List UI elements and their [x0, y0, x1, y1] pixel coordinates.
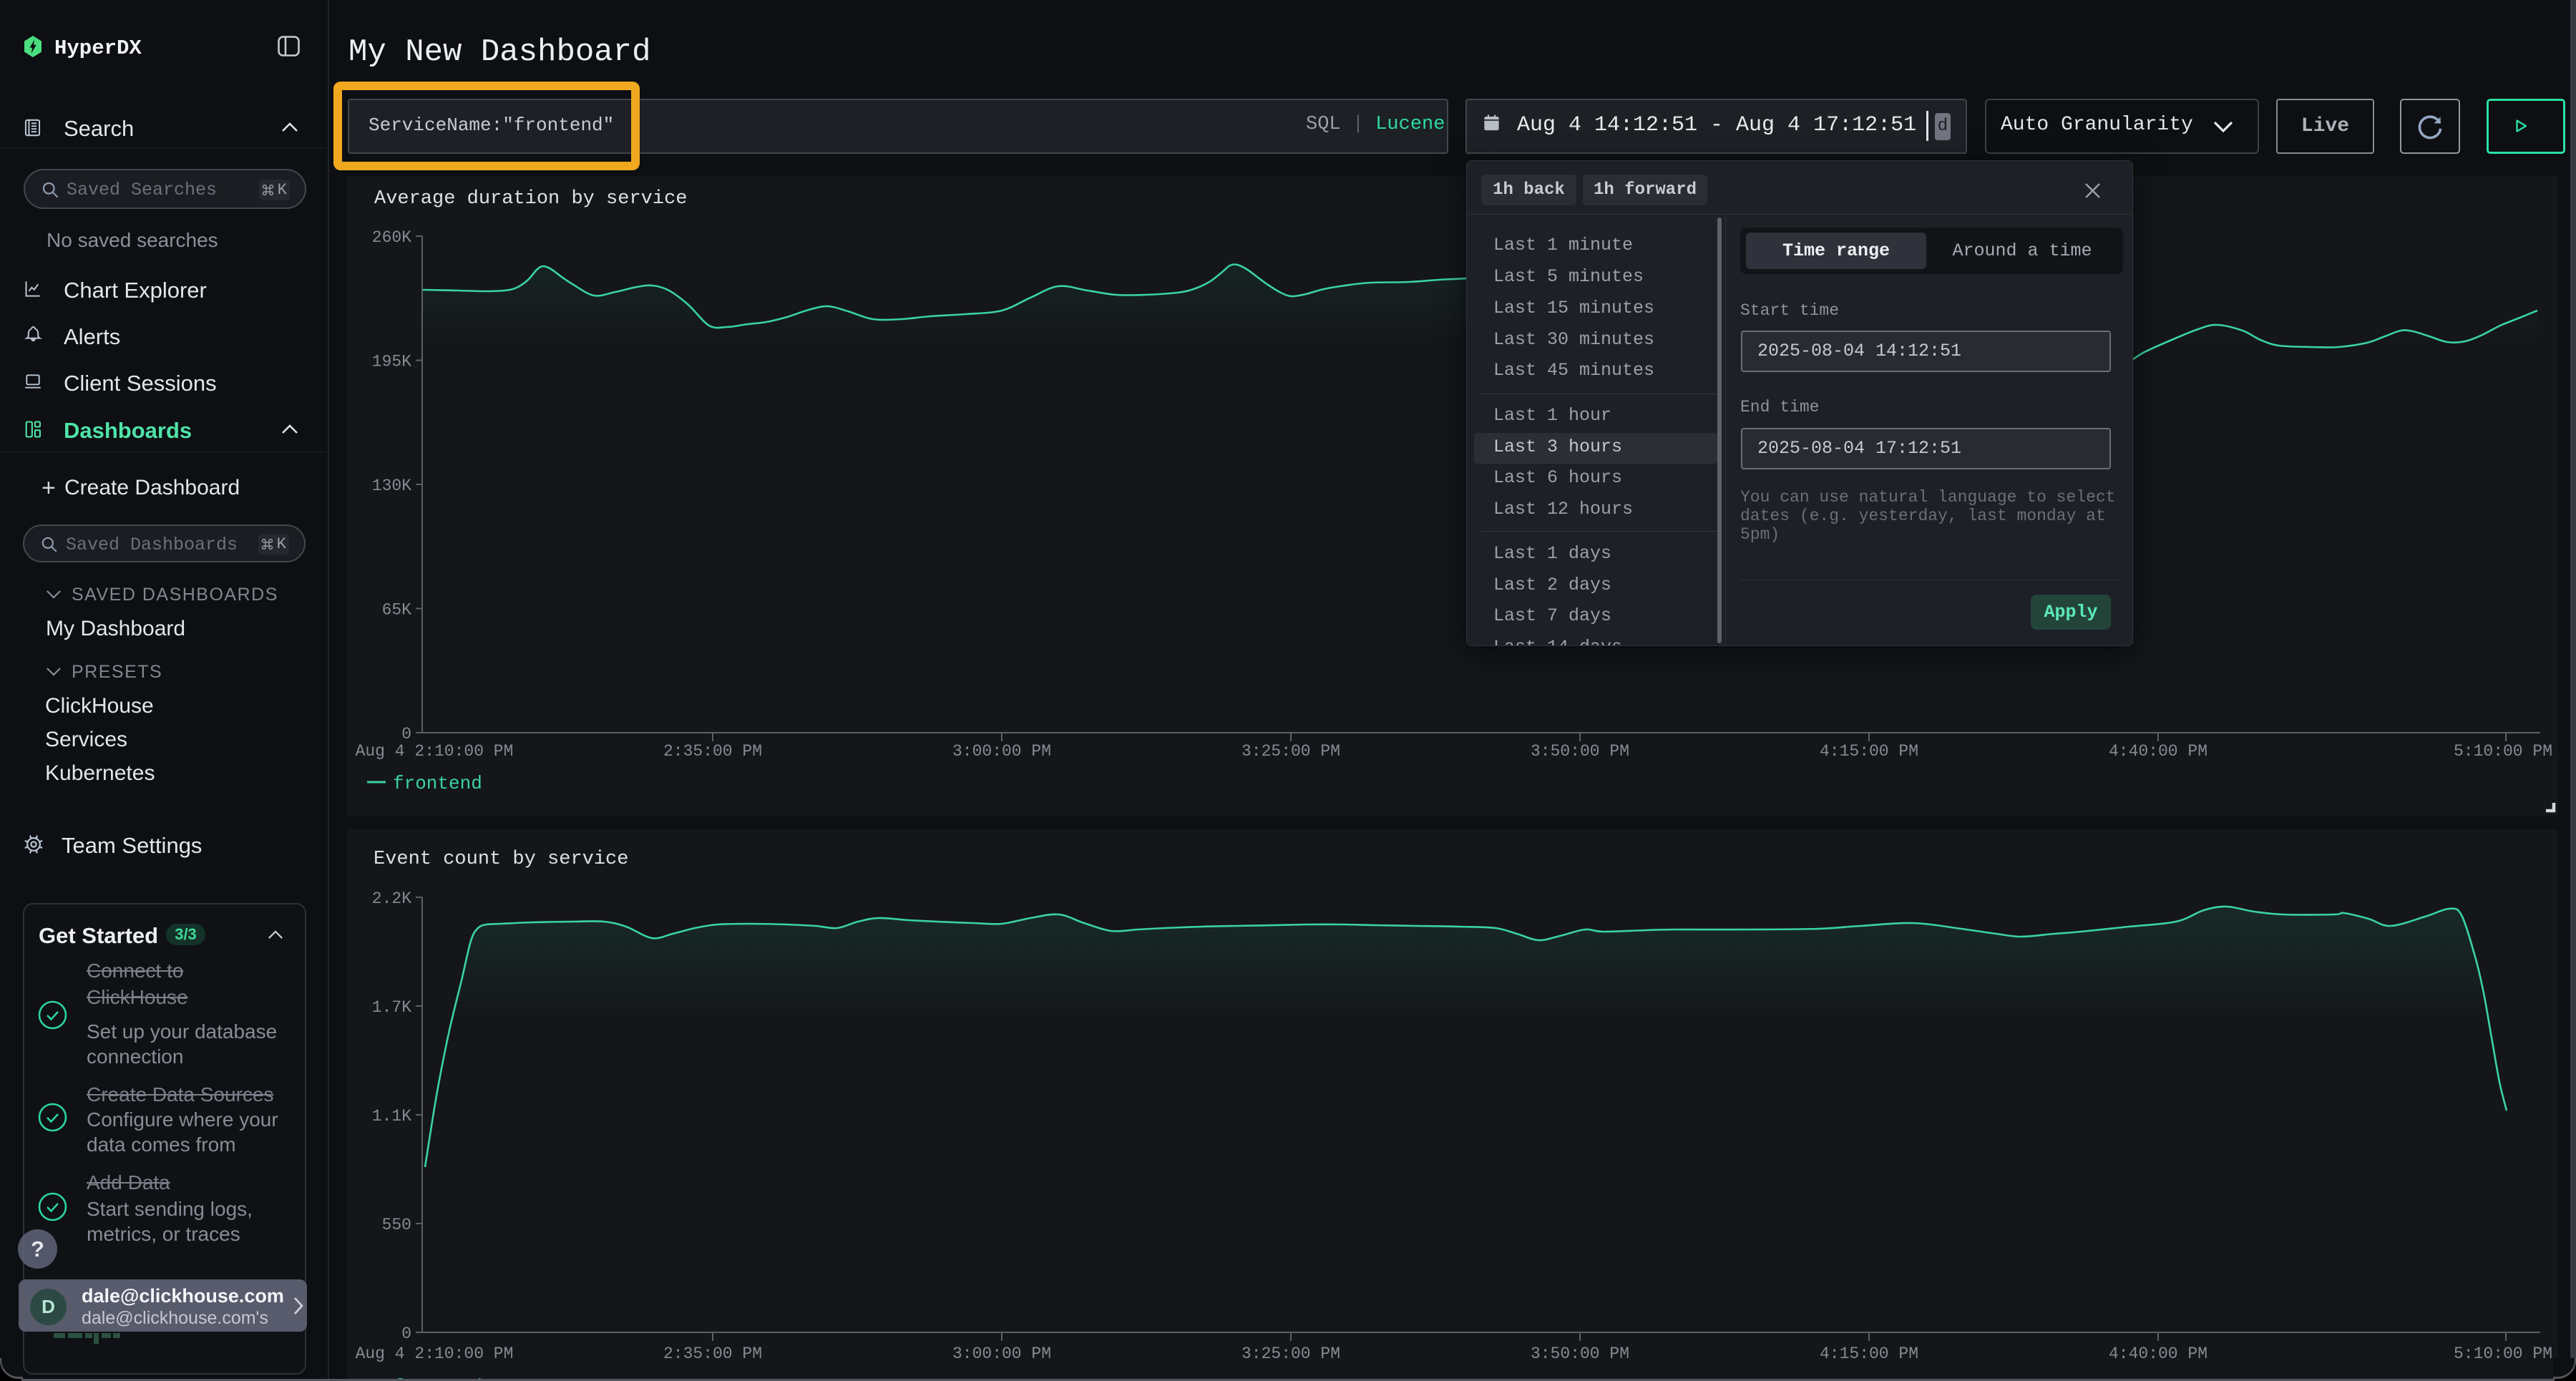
- svg-text:5:10:00 PM: 5:10:00 PM: [2454, 1345, 2552, 1363]
- svg-text:3:50:00 PM: 3:50:00 PM: [1531, 742, 1629, 761]
- svg-text:1.1K: 1.1K: [372, 1107, 411, 1126]
- svg-text:5:10:00 PM: 5:10:00 PM: [2454, 742, 2552, 761]
- svg-text:Aug 4 2:10:00 PM: Aug 4 2:10:00 PM: [356, 742, 514, 761]
- svg-text:130K: 130K: [372, 477, 411, 495]
- svg-text:3:25:00 PM: 3:25:00 PM: [1241, 1345, 1340, 1363]
- svg-text:4:15:00 PM: 4:15:00 PM: [1820, 1345, 1918, 1363]
- svg-text:65K: 65K: [382, 601, 412, 620]
- svg-text:2:35:00 PM: 2:35:00 PM: [663, 1345, 762, 1363]
- svg-text:0: 0: [401, 725, 411, 743]
- svg-text:3:50:00 PM: 3:50:00 PM: [1531, 1345, 1629, 1363]
- svg-text:Event count by service: Event count by service: [374, 849, 628, 870]
- svg-text:195K: 195K: [372, 353, 411, 371]
- svg-text:550: 550: [382, 1216, 411, 1234]
- svg-text:4:40:00 PM: 4:40:00 PM: [2109, 742, 2207, 761]
- svg-text:frontend: frontend: [393, 773, 482, 794]
- svg-text:3:00:00 PM: 3:00:00 PM: [952, 1345, 1051, 1363]
- svg-text:3:25:00 PM: 3:25:00 PM: [1241, 742, 1340, 761]
- svg-text:3:00:00 PM: 3:00:00 PM: [952, 742, 1051, 761]
- svg-text:0: 0: [401, 1324, 411, 1343]
- svg-text:260K: 260K: [372, 228, 411, 247]
- svg-text:2.2K: 2.2K: [372, 889, 411, 908]
- svg-text:2:35:00 PM: 2:35:00 PM: [663, 742, 762, 761]
- svg-text:4:15:00 PM: 4:15:00 PM: [1820, 742, 1918, 761]
- svg-text:Average duration by service: Average duration by service: [374, 188, 687, 210]
- svg-text:4:40:00 PM: 4:40:00 PM: [2109, 1345, 2207, 1363]
- svg-text:Aug 4 2:10:00 PM: Aug 4 2:10:00 PM: [356, 1345, 514, 1363]
- svg-text:1.7K: 1.7K: [372, 998, 411, 1017]
